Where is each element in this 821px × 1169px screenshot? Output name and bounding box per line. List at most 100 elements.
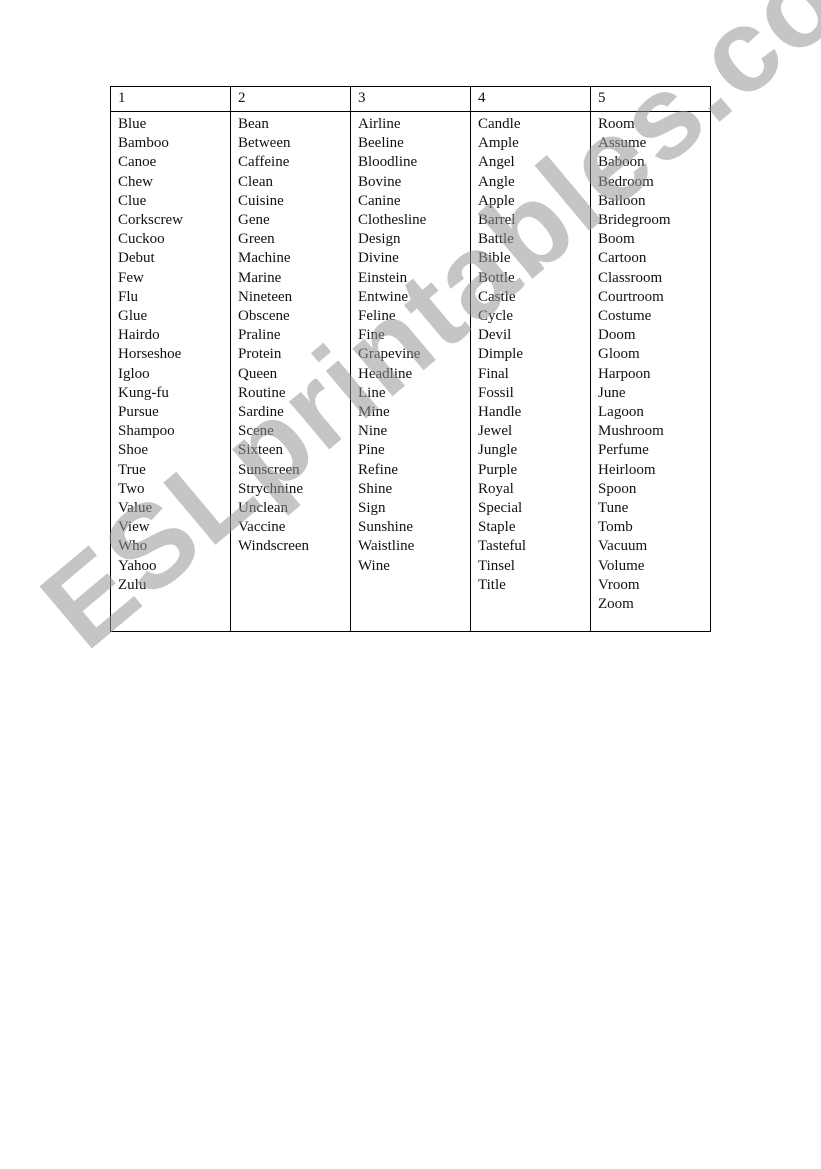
- word-item: Debut: [118, 250, 155, 267]
- word-column-1: Blue Bamboo Canoe Chew Clue Corkscrew Cuckoo De…: [110, 111, 231, 632]
- word-item: Apple: [478, 192, 515, 209]
- word-item: Staple: [478, 519, 516, 536]
- word-item: Gene: [238, 212, 270, 229]
- word-item: Queen: [238, 365, 278, 382]
- word-item: Green: [238, 231, 275, 248]
- word-item: Pursue: [118, 404, 159, 421]
- word-item: Protein: [238, 346, 282, 363]
- word-item: Classroom: [598, 269, 663, 286]
- word-column-5: Room Assume Baboon Bedroom Balloon Bridegroom…: [590, 111, 711, 632]
- word-item: Room: [598, 116, 635, 132]
- column-header-1: 1: [110, 86, 231, 112]
- word-item: Castle: [478, 288, 516, 305]
- word-item: Machine: [238, 250, 291, 267]
- word-item: Battle: [478, 231, 514, 248]
- word-item: June: [598, 384, 626, 401]
- word-item: Shampoo: [118, 423, 175, 440]
- word-item: Cartoon: [598, 250, 647, 267]
- word-item: Grapevine: [358, 346, 421, 363]
- word-item: Bamboo: [118, 135, 169, 152]
- word-item: Sardine: [238, 404, 284, 421]
- word-item: Ample: [478, 135, 519, 152]
- word-item: Sign: [358, 500, 386, 517]
- word-item: Candle: [478, 116, 521, 132]
- word-item: Tune: [598, 500, 629, 517]
- word-item: Dimple: [478, 346, 523, 363]
- word-item: Corkscrew: [118, 212, 183, 229]
- word-item: Sixteen: [238, 442, 283, 459]
- word-item: Cycle: [478, 308, 513, 325]
- word-item: Unclean: [238, 500, 288, 517]
- word-item: Devil: [478, 327, 512, 344]
- word-item: Chew: [118, 173, 153, 190]
- word-item: Pine: [358, 442, 385, 459]
- word-item: Scene: [238, 423, 274, 440]
- word-item: Vacuum: [598, 538, 648, 555]
- word-item: Headline: [358, 365, 413, 382]
- word-item: Entwine: [358, 288, 408, 305]
- word-item: Windscreen: [238, 538, 310, 555]
- word-item: Mushroom: [598, 423, 664, 440]
- word-item: Final: [478, 365, 509, 382]
- word-item: Bloodline: [358, 154, 418, 171]
- word-item: Nine: [358, 423, 388, 440]
- word-item: Jewel: [478, 423, 513, 440]
- worksheet-page: 1 2 3 4 5 Blue Bamboo Canoe Chew Clue Corkscr…: [0, 0, 821, 1169]
- word-item: Nineteen: [238, 288, 293, 305]
- word-item: Bridegroom: [598, 212, 671, 229]
- word-item: Canoe: [118, 154, 157, 171]
- word-item: Flu: [118, 288, 139, 305]
- word-item: Barrel: [478, 212, 516, 229]
- word-item: Waistline: [358, 538, 415, 555]
- word-item: Obscene: [238, 308, 290, 325]
- word-item: Doom: [598, 327, 636, 344]
- word-list-table: 1 2 3 4 5 Blue Bamboo Canoe Chew Clue Corkscr…: [110, 86, 711, 632]
- word-item: Cuckoo: [118, 231, 165, 248]
- word-item: Boom: [598, 231, 635, 248]
- word-item: Fine: [358, 327, 385, 344]
- word-item: Handle: [478, 404, 522, 421]
- word-item: Clue: [118, 192, 147, 209]
- word-item: Glue: [118, 308, 148, 325]
- word-item: Cuisine: [238, 192, 284, 209]
- word-item: Bottle: [478, 269, 515, 286]
- word-column-4: Candle Ample Angel Angle Apple Barrel Battle Bi…: [470, 111, 591, 632]
- word-item: View: [118, 519, 150, 536]
- word-item: Wine: [358, 557, 390, 574]
- word-item: Feline: [358, 308, 396, 325]
- word-item: Shoe: [118, 442, 148, 459]
- word-item: Hairdo: [118, 327, 160, 344]
- word-item: Perfume: [598, 442, 649, 459]
- word-item: Divine: [358, 250, 399, 267]
- word-item: Caffeine: [238, 154, 290, 171]
- word-item: Bedroom: [598, 173, 654, 190]
- word-item: Einstein: [358, 269, 408, 286]
- word-item: Jungle: [478, 442, 518, 459]
- word-item: Yahoo: [118, 557, 157, 574]
- word-item: Tasteful: [478, 538, 527, 555]
- word-item: Balloon: [598, 192, 646, 209]
- words-row: Blue Bamboo Canoe Chew Clue Corkscrew Cuckoo De…: [110, 111, 711, 632]
- word-item: Assume: [598, 135, 647, 152]
- word-item: Vaccine: [238, 519, 286, 536]
- word-item: Refine: [358, 461, 398, 478]
- word-item: Spoon: [598, 480, 637, 497]
- word-item: Vroom: [598, 576, 640, 593]
- word-item: Between: [238, 135, 291, 152]
- word-item: Title: [478, 576, 506, 593]
- word-item: Igloo: [118, 365, 150, 382]
- word-item: Costume: [598, 308, 652, 325]
- word-item: Horseshoe: [118, 346, 182, 363]
- word-item: Two: [118, 480, 145, 497]
- word-column-3: Airline Beeline Bloodline Bovine Canine Cloth…: [350, 111, 471, 632]
- word-item: Heirloom: [598, 461, 656, 478]
- word-item: Bovine: [358, 173, 402, 190]
- word-item: Angel: [478, 154, 515, 171]
- word-item: Volume: [598, 557, 645, 574]
- column-header-2: 2: [230, 86, 351, 112]
- word-item: Canine: [358, 192, 401, 209]
- word-item: Sunscreen: [238, 461, 300, 478]
- word-item: Gloom: [598, 346, 640, 363]
- word-item: Line: [358, 384, 386, 401]
- word-item: Purple: [478, 461, 518, 478]
